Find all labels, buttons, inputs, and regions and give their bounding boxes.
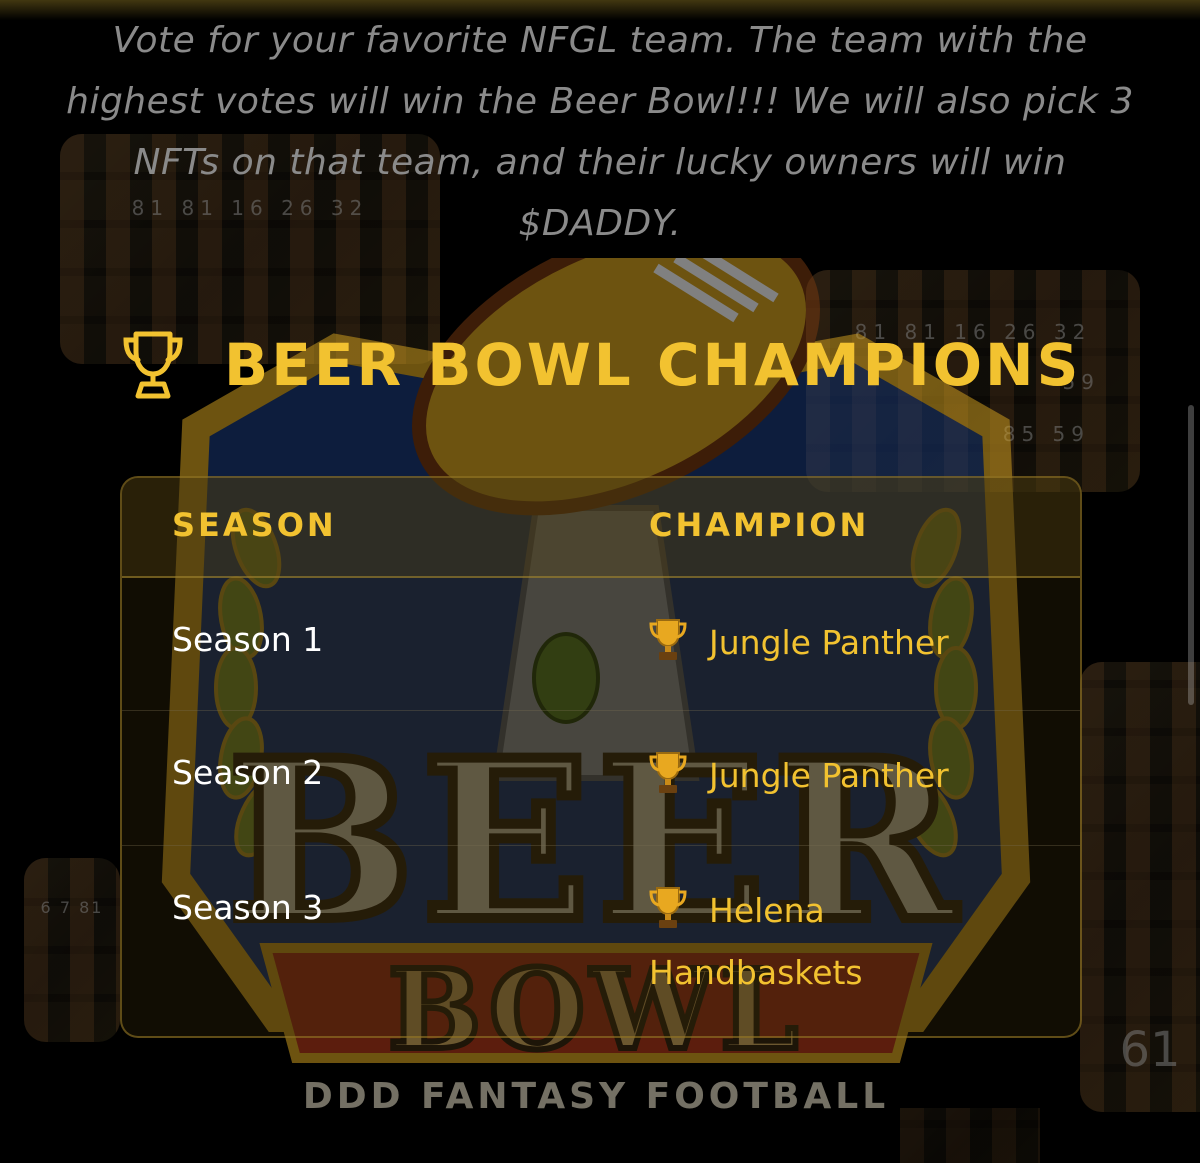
champion-cell: Jungle Panther bbox=[649, 745, 989, 807]
trophy-icon bbox=[123, 331, 183, 399]
team-photo-panel-bottom-left: 6 7 81 bbox=[24, 858, 120, 1042]
table-row: Season 1 Jungle Panther bbox=[122, 578, 1080, 711]
champion-cell: Helena Handbaskets bbox=[649, 880, 909, 1004]
table-row: Season 3 Helena Handbaskets bbox=[122, 846, 1080, 1036]
trophy-icon bbox=[649, 887, 687, 928]
photo-panel-bottom bbox=[900, 1108, 1040, 1163]
jersey-numbers: 61 bbox=[1119, 1022, 1181, 1078]
scrollbar[interactable] bbox=[1188, 405, 1194, 705]
section-heading: BEER BOWL CHAMPIONS bbox=[120, 330, 1081, 400]
column-header-season: SEASON bbox=[172, 506, 337, 544]
champion-name: Jungle Panther bbox=[709, 756, 949, 795]
trophy-icon bbox=[649, 752, 687, 793]
table-header: SEASON CHAMPION bbox=[122, 478, 1080, 578]
champions-table: SEASON CHAMPION Season 1 Jungle Panther … bbox=[120, 476, 1082, 1038]
season-cell: Season 1 bbox=[172, 620, 324, 659]
page: 81 81 16 26 32 81 81 16 26 32 59 85 59 6… bbox=[0, 0, 1200, 1163]
season-cell: Season 2 bbox=[172, 753, 324, 792]
table-row: Season 2 Jungle Panther bbox=[122, 711, 1080, 846]
intro-paragraph: Vote for your favorite NFGL team. The te… bbox=[66, 20, 1134, 244]
team-photo-panel-right-edge: 61 bbox=[1080, 662, 1200, 1112]
section-title: BEER BOWL CHAMPIONS bbox=[224, 331, 1082, 399]
jersey-numbers: 6 7 81 bbox=[40, 898, 104, 917]
champion-name: Jungle Panther bbox=[709, 623, 949, 662]
champion-cell: Jungle Panther bbox=[649, 612, 989, 674]
column-header-champion: CHAMPION bbox=[649, 506, 870, 544]
trophy-icon bbox=[649, 619, 687, 660]
logo-ribbon-text: DDD FANTASY FOOTBALL bbox=[303, 1076, 889, 1110]
season-cell: Season 3 bbox=[172, 888, 324, 927]
